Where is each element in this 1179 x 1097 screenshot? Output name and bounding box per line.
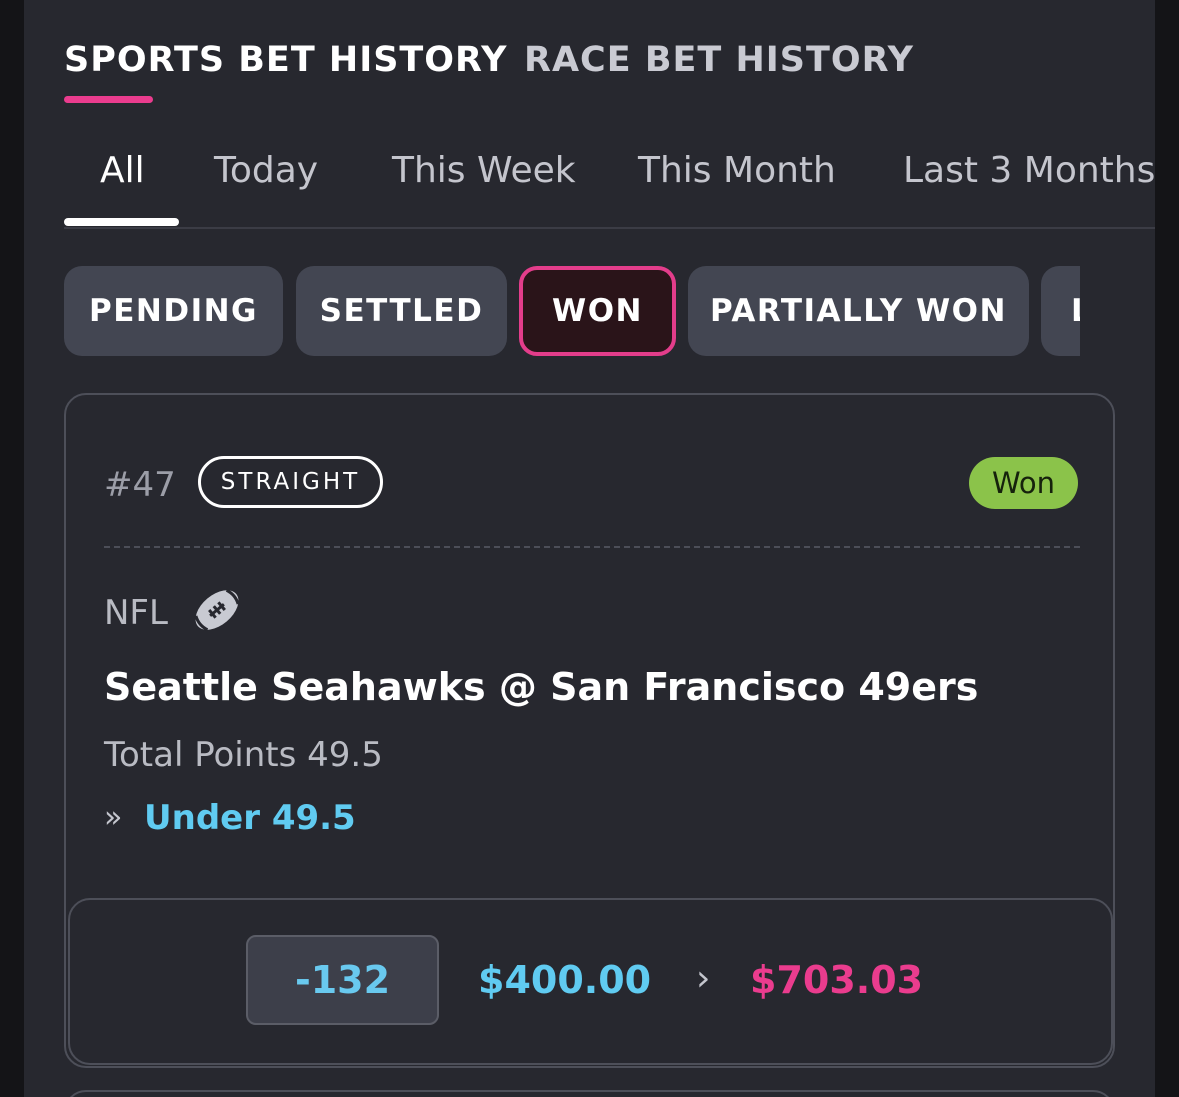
tab-race-bet-history[interactable]: RACE BET HISTORY xyxy=(524,40,914,80)
period-tab-all[interactable]: All xyxy=(100,150,145,191)
next-bet-card[interactable] xyxy=(64,1090,1115,1097)
period-tab-today[interactable]: Today xyxy=(214,150,318,191)
status-filter-row: PENDING SETTLED WON PARTIALLY WON L xyxy=(64,266,1080,356)
chevron-right-icon: › xyxy=(696,958,711,999)
league-label: NFL xyxy=(104,593,168,633)
filter-chip-partially-won[interactable]: PARTIALLY WON xyxy=(688,266,1029,356)
market-label: Total Points 49.5 xyxy=(104,735,383,775)
bet-card[interactable]: #47 STRAIGHT Won NFL Seattle Seahawks @ … xyxy=(64,393,1115,1068)
period-tab-last-3-months[interactable]: Last 3 Months xyxy=(903,150,1155,191)
filter-chip-lost[interactable]: L xyxy=(1041,266,1080,356)
card-divider xyxy=(104,546,1080,548)
bet-history-panel: SPORTS BET HISTORY RACE BET HISTORY All … xyxy=(24,0,1155,1097)
selection-label: Under 49.5 xyxy=(144,798,356,838)
period-tab-this-month[interactable]: This Month xyxy=(638,150,836,191)
filter-chip-settled[interactable]: SETTLED xyxy=(296,266,507,356)
double-chevron-icon: » xyxy=(104,800,123,835)
period-tab-this-week[interactable]: This Week xyxy=(392,150,576,191)
period-tabs-divider xyxy=(64,227,1155,229)
tab-sports-bet-history[interactable]: SPORTS BET HISTORY xyxy=(64,40,507,80)
filter-chip-won[interactable]: WON xyxy=(519,266,676,356)
filter-chip-pending[interactable]: PENDING xyxy=(64,266,283,356)
bet-number: #47 xyxy=(104,465,176,505)
status-badge: Won xyxy=(969,457,1078,509)
matchup-title: Seattle Seahawks @ San Francisco 49ers xyxy=(104,665,979,709)
payout-amount: $703.03 xyxy=(750,958,924,1002)
bet-type-badge: STRAIGHT xyxy=(198,456,383,508)
stake-amount: $400.00 xyxy=(478,958,652,1002)
bet-summary-box: -132 $400.00 › $703.03 xyxy=(68,898,1113,1065)
active-tab-indicator xyxy=(64,96,153,103)
odds-value: -132 xyxy=(246,935,439,1025)
football-icon xyxy=(194,588,240,632)
period-tab-indicator xyxy=(64,218,179,226)
